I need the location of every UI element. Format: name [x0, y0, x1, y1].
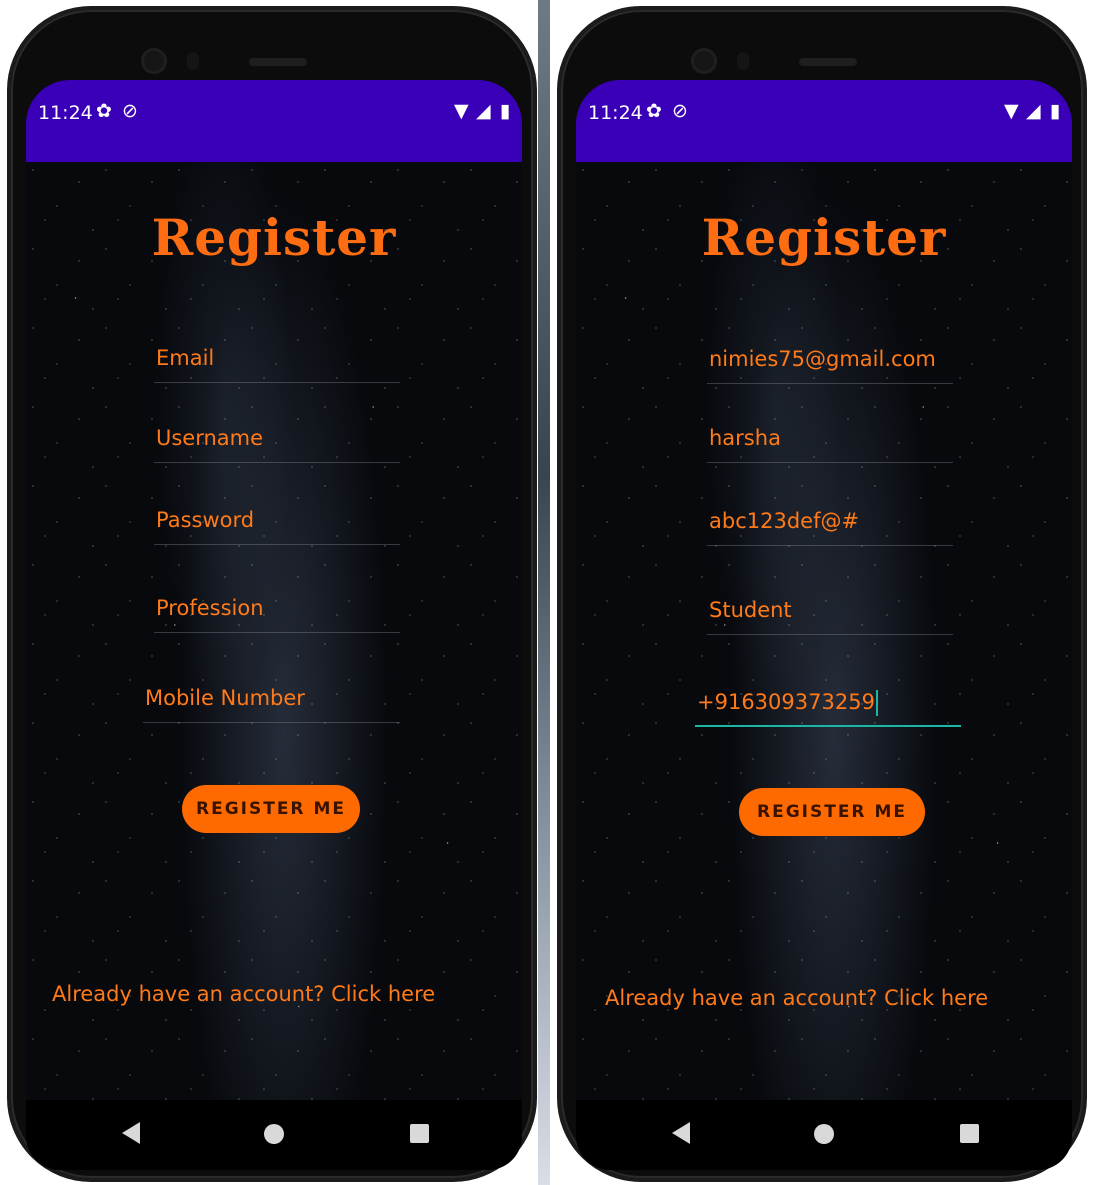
- phone-right: 11:24 ✿ ⊘ ▼ ◢ ▮ Register nimies75@gmail.…: [557, 6, 1087, 1182]
- status-time: 11:24: [588, 102, 643, 124]
- email-field[interactable]: Email: [154, 333, 400, 383]
- status-bar: 11:24 ✿ ⊘ ▼ ◢ ▮: [26, 80, 522, 162]
- nav-home-icon[interactable]: [814, 1124, 834, 1144]
- earpiece-speaker: [799, 58, 857, 66]
- login-link[interactable]: Already have an account? Click here: [605, 986, 988, 1010]
- login-link[interactable]: Already have an account? Click here: [52, 982, 435, 1006]
- front-camera: [141, 48, 167, 74]
- nav-recent-icon[interactable]: [960, 1124, 979, 1143]
- profession-field[interactable]: Profession: [154, 583, 400, 633]
- username-field[interactable]: Username: [154, 413, 400, 463]
- battery-icon: ▮: [1050, 100, 1061, 122]
- nav-bar: [576, 1100, 1072, 1170]
- screen: 11:24 ✿ ⊘ ▼ ◢ ▮ Register nimies75@gmail.…: [576, 80, 1072, 1170]
- front-camera: [691, 48, 717, 74]
- signal-icon: ◢: [1026, 100, 1041, 122]
- status-time: 11:24: [38, 102, 93, 124]
- background-edge: [538, 0, 550, 1185]
- settings-icon: ✿: [646, 100, 662, 122]
- battery-icon: ▮: [500, 100, 511, 122]
- mobile-number-field[interactable]: Mobile Number: [143, 673, 400, 723]
- proximity-sensor: [187, 52, 199, 70]
- wifi-icon: ▼: [454, 100, 469, 122]
- proximity-sensor: [737, 52, 749, 70]
- phone-left: 11:24 ✿ ⊘ ▼ ◢ ▮ Register Email Username …: [7, 6, 537, 1182]
- sync-icon: ⊘: [122, 100, 138, 122]
- screen: 11:24 ✿ ⊘ ▼ ◢ ▮ Register Email Username …: [26, 80, 522, 1170]
- mobile-number-value: +916309373259: [697, 690, 875, 714]
- email-field[interactable]: nimies75@gmail.com: [707, 334, 953, 384]
- nav-recent-icon[interactable]: [410, 1124, 429, 1143]
- nav-bar: [26, 1100, 522, 1170]
- register-button[interactable]: REGISTER ME: [182, 785, 360, 833]
- page-title: Register: [151, 208, 397, 267]
- page-title: Register: [701, 208, 947, 267]
- nav-home-icon[interactable]: [264, 1124, 284, 1144]
- wifi-icon: ▼: [1004, 100, 1019, 122]
- status-bar: 11:24 ✿ ⊘ ▼ ◢ ▮: [576, 80, 1072, 162]
- mobile-number-field[interactable]: +916309373259: [695, 677, 961, 727]
- nav-back-icon[interactable]: [672, 1122, 690, 1144]
- profession-field[interactable]: Student: [707, 585, 953, 635]
- text-cursor: [875, 690, 878, 716]
- signal-icon: ◢: [476, 100, 491, 122]
- sync-icon: ⊘: [672, 100, 688, 122]
- nav-back-icon[interactable]: [122, 1122, 140, 1144]
- settings-icon: ✿: [96, 100, 112, 122]
- register-button[interactable]: REGISTER ME: [739, 788, 925, 836]
- earpiece-speaker: [249, 58, 307, 66]
- password-field[interactable]: Password: [154, 495, 400, 545]
- password-field[interactable]: abc123def@#: [707, 496, 953, 546]
- username-field[interactable]: harsha: [707, 413, 953, 463]
